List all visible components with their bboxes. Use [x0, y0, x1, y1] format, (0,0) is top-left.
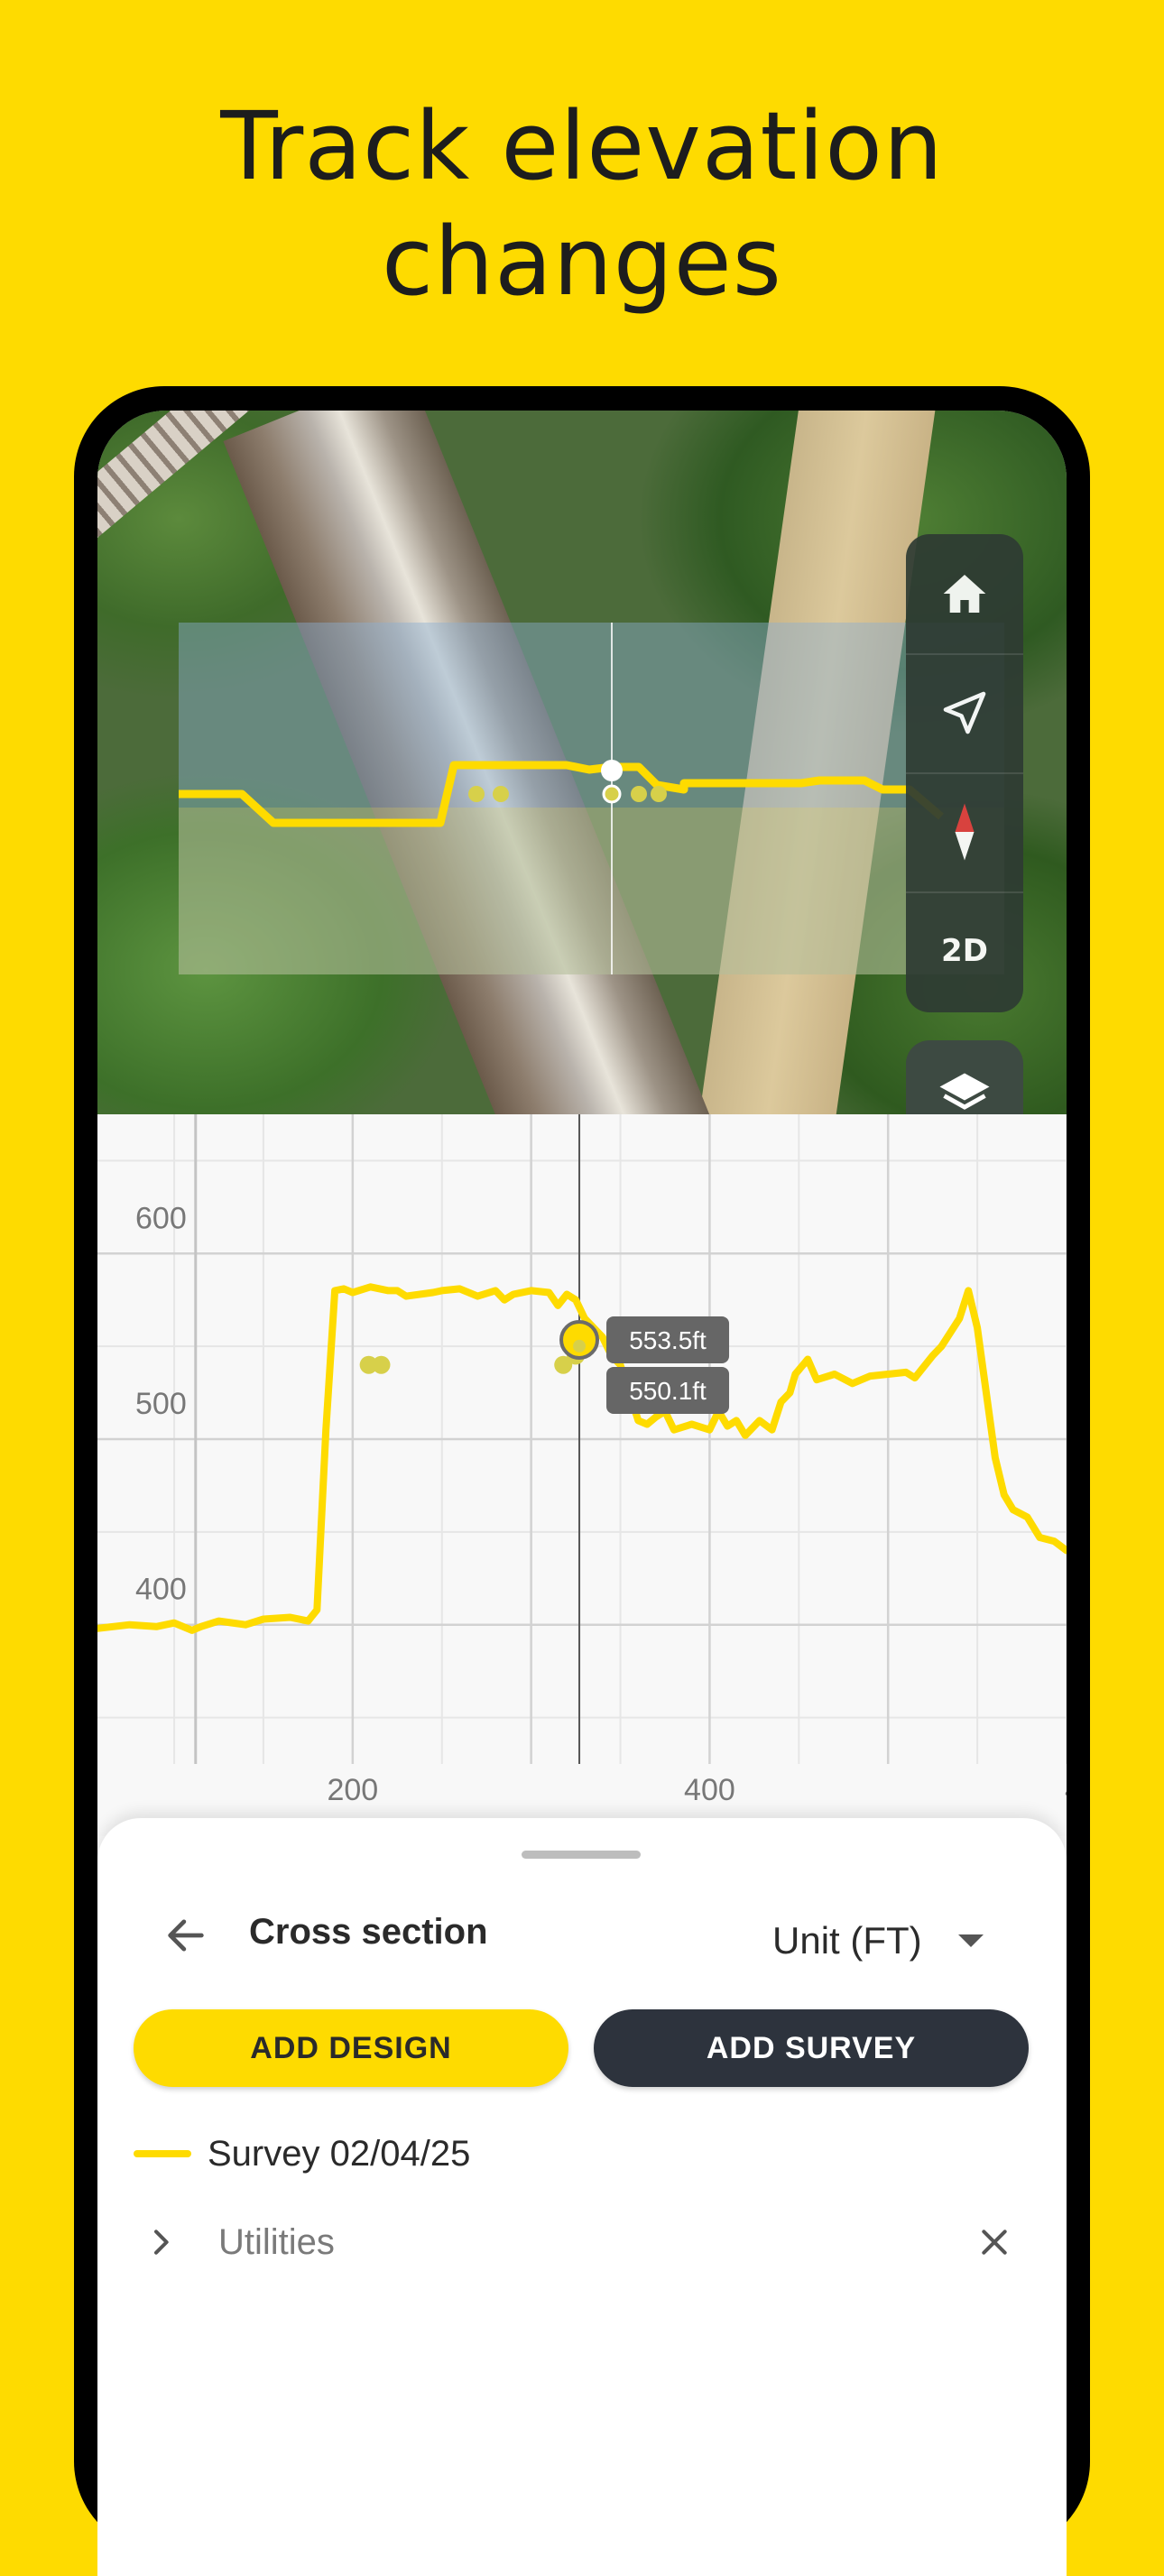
utilities-label: Utilities	[218, 2221, 335, 2262]
map-marker	[468, 786, 485, 802]
elevation-chart[interactable]: 400 500 600 200 400 4 553.5ft 550.1ft	[97, 1114, 1067, 1836]
chevron-right-icon[interactable]	[134, 2215, 188, 2269]
x-tick-label: 4	[1065, 1773, 1067, 1807]
cursor-point-design	[573, 1339, 587, 1353]
back-button[interactable]	[150, 1899, 222, 1971]
unit-select[interactable]: Unit (FT)	[772, 1905, 1043, 1977]
legend-label: Survey 02/04/25	[208, 2133, 471, 2174]
elevation-chart-svg: 400 500 600 200 400 4 553.5ft 550.1ft	[97, 1114, 1067, 1807]
navigate-arrow-icon	[943, 691, 986, 734]
home-button[interactable]	[906, 534, 1023, 655]
aerial-map[interactable]: 2D	[97, 411, 1067, 1195]
app-screen: 2D 400 500 600 200 400 4 553.5ft 550.1ft Cross …	[97, 411, 1067, 2576]
map-marker	[493, 786, 509, 802]
map-controls: 2D	[906, 534, 1023, 1012]
map-marker	[631, 786, 647, 802]
compass-icon	[955, 803, 975, 861]
headline-line-2: changes	[382, 207, 782, 317]
map-profile-line	[179, 761, 944, 827]
x-tick-label: 200	[327, 1773, 378, 1807]
tooltip-surface-text: 553.5ft	[629, 1326, 707, 1354]
map-marker	[651, 786, 667, 802]
headline-line-1: Track elevation	[220, 91, 944, 201]
home-icon	[943, 575, 986, 613]
headline: Track elevation changes	[0, 88, 1164, 319]
y-tick-label: 500	[135, 1387, 187, 1421]
y-tick-label: 600	[135, 1201, 187, 1235]
unit-select-value: Unit (FT)	[772, 1919, 922, 1962]
add-design-button[interactable]: ADD DESIGN	[134, 2009, 568, 2087]
arrow-left-icon	[168, 1919, 204, 1952]
add-survey-button[interactable]: ADD SURVEY	[594, 2009, 1029, 2087]
map-cursor-point-lower	[602, 784, 622, 804]
tooltip-design-text: 550.1ft	[629, 1377, 707, 1405]
tooltip-design: 550.1ft	[606, 1366, 730, 1414]
caret-down-icon	[957, 1934, 984, 1947]
bottom-sheet: Cross section Unit (FT) ADD DESIGN ADD S…	[97, 1818, 1067, 2576]
tooltip-surface: 553.5ft	[606, 1316, 730, 1363]
y-tick-label: 400	[135, 1573, 187, 1607]
navigate-button[interactable]	[906, 653, 1023, 774]
utilities-row[interactable]: Utilities	[134, 2206, 1036, 2278]
legend-item-survey[interactable]: Survey 02/04/25	[134, 2125, 470, 2183]
layers-icon	[939, 1073, 990, 1110]
close-icon[interactable]	[967, 2215, 1021, 2269]
compass-button[interactable]	[906, 772, 1023, 893]
mode-2d-label: 2D	[941, 933, 988, 969]
mode-2d-button[interactable]: 2D	[906, 891, 1023, 1011]
x-tick-label: 400	[684, 1773, 735, 1807]
sheet-title: Cross section	[249, 1912, 488, 1952]
map-cursor-point	[601, 760, 623, 781]
chart-marker	[372, 1355, 391, 1374]
sheet-drag-handle[interactable]	[522, 1851, 641, 1859]
legend-swatch	[134, 2150, 191, 2157]
